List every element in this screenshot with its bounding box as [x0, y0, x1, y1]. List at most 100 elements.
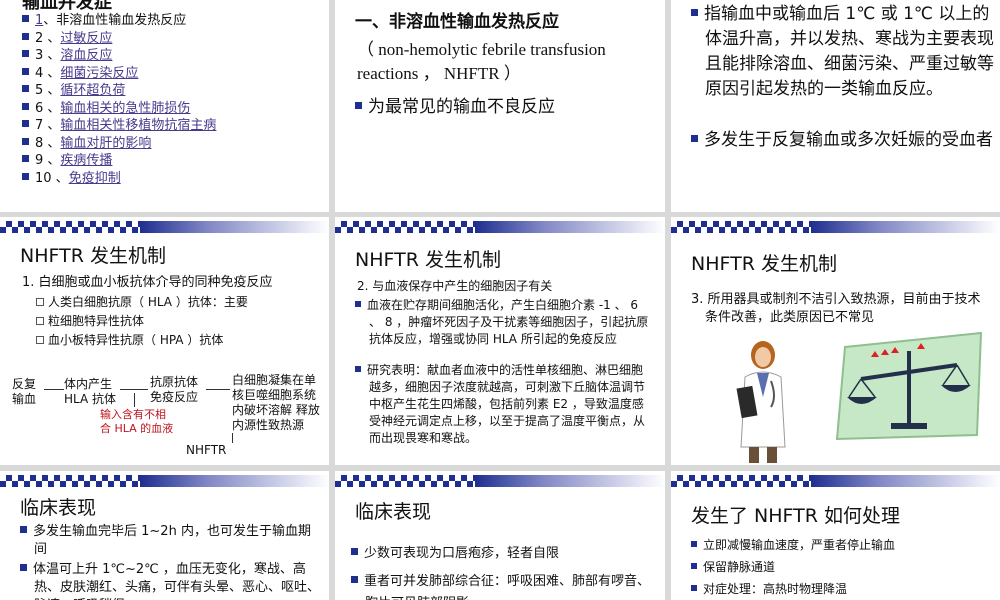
flow-step-transfusion: 反复 输血	[12, 377, 37, 406]
header-bar	[671, 475, 1000, 487]
list-item-separator: 、	[43, 13, 57, 28]
slide-2-bullet: 为最常见的输血不良反应	[355, 95, 555, 120]
list-item: 4 、细菌污染反应	[22, 65, 216, 83]
list-item-separator: 、	[43, 153, 61, 168]
list-item-label: 非溶血性输血发热反应	[56, 13, 187, 28]
doctor-clipart-icon	[736, 341, 786, 463]
slide-9: 发生了 NHFTR 如何处理 立即减慢输血速度，严重者停止输血 保留静脉通道 对…	[671, 471, 1000, 600]
slide-3-bullet-1: 指输血中或输血后 1℃ 或 1℃ 以上的体温升高，并以发热、寒战为主要表现且能排…	[691, 2, 996, 102]
list-item: 10 、免疫抑制	[22, 170, 216, 188]
slide-9-bullet-2: 保留静脉通道	[691, 559, 775, 576]
flow-step-leukocyte-lysis: 白细胞凝集在单 核巨噬细胞系统 内破坏溶解 释放 内源性致热源	[232, 373, 320, 432]
slide-7: 临床表现 多发生输血完毕后 1~2h 内，也可发生于输血期间 体温可上升 1℃~…	[0, 471, 329, 600]
slide-4-point: 1. 白细胞或血小板抗体介导的同种免疫反应	[22, 275, 273, 290]
slide-8-bullet-1: 少数可表现为口唇疱疹，轻者自限	[351, 545, 656, 563]
slide-6-point: 3. 所用器具或制剂不洁引入致热源，目前由于技术条件改善，此类原因已不常见	[691, 292, 981, 325]
list-item: 2 、过敏反应	[22, 30, 216, 48]
header-bar	[0, 221, 329, 233]
slide-7-bullet-2: 体温可上升 1℃~2℃ ，血压无变化，寒战、高热、皮肤潮红、头痛，可伴有头晕、恶…	[20, 561, 320, 600]
slide-2-heading: 一、非溶血性输血发热反应	[355, 12, 559, 32]
bullet-icon	[22, 50, 29, 57]
slide-6-title: NHFTR 发生机制	[691, 253, 837, 275]
list-item-separator: 、	[43, 48, 61, 63]
list-item-link[interactable]: 过敏反应	[60, 31, 112, 46]
slide-2-english: （ non-hemolytic febrile transfusion reac…	[357, 40, 606, 83]
flow-note-incompatible-blood: 输入含有不相 合 HLA 的血液	[100, 408, 174, 435]
list-item-separator: 、	[43, 135, 61, 151]
bullet-icon	[691, 540, 697, 547]
list-item: 8 、输血对肝的影响	[22, 135, 216, 153]
complication-list: 1、非溶血性输血发热反应 2 、过敏反应 3 、溶血反应 4 、细菌污染反应 5 、循环…	[22, 12, 216, 187]
slide-7-title: 临床表现	[20, 497, 97, 519]
slide-4: NHFTR 发生机制 1. 白细胞或血小板抗体介导的同种免疫反应 人类白细胞抗原…	[0, 217, 329, 465]
list-item-separator: 、	[43, 65, 61, 81]
flow-step-nhftr: NHFTR	[186, 443, 227, 457]
bullet-icon	[22, 102, 29, 110]
slide-5: NHFTR 发生机制 2. 与血液保存中产生的细胞因子有关 血液在贮存期间细胞活…	[335, 217, 665, 465]
flow-step-immune-reaction: 抗原抗体 免疫反应	[150, 375, 199, 404]
list-item-separator: 、	[43, 83, 61, 98]
flow-arrow	[44, 389, 64, 390]
bullet-icon	[691, 584, 697, 591]
bullet-icon	[351, 548, 358, 555]
bullet-icon	[20, 564, 27, 571]
bullet-icon	[22, 15, 29, 22]
flow-arrow-diagonal	[232, 433, 233, 443]
slide-3: 指输血中或输血后 1℃ 或 1℃ 以上的体温升高，并以发热、寒战为主要表现且能排…	[671, 0, 1000, 212]
slide-7-bullet-1: 多发生输血完毕后 1~2h 内，也可发生于输血期间	[20, 523, 320, 559]
bullet-icon	[691, 134, 698, 142]
slide-8: 临床表现 少数可表现为口唇疱疹，轻者自限 重者可并发肺部综合征：呼吸困难、肺部有…	[335, 471, 665, 600]
scales-clipart-icon	[835, 331, 983, 441]
hollow-bullet-icon	[36, 335, 44, 344]
bullet-icon	[22, 155, 29, 162]
bullet-icon	[355, 101, 362, 109]
list-item-link[interactable]: 细菌污染反应	[60, 66, 138, 81]
bullet-icon	[22, 120, 29, 127]
slide-5-bullet-2: 研究表明：献血者血液中的活性单核细胞、淋巴细胞越多，细胞因子浓度就越高，可刺激下…	[355, 362, 651, 447]
flow-arrow-vertical	[134, 393, 135, 407]
list-item-link[interactable]: 疾病传播	[60, 153, 112, 168]
list-item-separator: 、	[43, 118, 61, 133]
header-bar	[335, 221, 665, 233]
slide-8-bullet-2: 重者可并发肺部综合征：呼吸困难、肺部有啰音、胸片可见肺部阴影	[351, 571, 656, 600]
list-item-number: 10	[35, 170, 52, 186]
bullet-icon	[355, 300, 361, 307]
slide-2: 一、非溶血性输血发热反应 （ non-hemolytic febrile tra…	[335, 0, 665, 212]
bullet-icon	[22, 85, 29, 92]
bullet-icon	[22, 32, 29, 40]
slide-4-sub-1: 人类白细胞抗原（ HLA ）抗体：主要	[36, 294, 248, 311]
slide-4-sub-3: 血小板特异性抗原（ HPA ）抗体	[36, 332, 223, 349]
list-item-link[interactable]: 循环超负荷	[60, 83, 125, 98]
header-bar	[0, 475, 329, 487]
list-item: 1、非溶血性输血发热反应	[22, 12, 216, 30]
header-bar	[671, 221, 1000, 233]
slide-9-bullet-3: 对症处理：高热时物理降温	[691, 581, 847, 598]
slide-9-bullet-1: 立即减慢输血速度，严重者停止输血	[691, 537, 895, 554]
list-item-link[interactable]: 溶血反应	[60, 48, 112, 63]
list-item-link[interactable]: 输血相关性移植物抗宿主病	[60, 118, 216, 133]
list-item-link[interactable]: 输血对肝的影响	[60, 136, 151, 151]
bullet-icon	[691, 562, 697, 569]
hollow-bullet-icon	[36, 297, 44, 306]
list-item-link[interactable]: 免疫抑制	[69, 171, 121, 186]
flow-arrow	[206, 389, 230, 390]
slide-4-sub-2: 粒细胞特异性抗体	[36, 313, 144, 330]
list-item: 9 、疾病传播	[22, 152, 216, 170]
slide-5-point: 2. 与血液保存中产生的细胞因子有关	[357, 279, 553, 293]
slide-8-title: 临床表现	[355, 501, 432, 523]
list-item: 3 、溶血反应	[22, 47, 216, 65]
list-item-link[interactable]: 输血相关的急性肺损伤	[60, 101, 190, 116]
slide-3-bullet-2: 多发生于反复输血或多次妊娠的受血者	[691, 128, 996, 153]
slide-1: 输血并发症 1、非溶血性输血发热反应 2 、过敏反应 3 、溶血反应 4 、细菌污染反…	[0, 0, 329, 212]
header-bar	[335, 475, 665, 487]
slide-9-title: 发生了 NHFTR 如何处理	[691, 505, 900, 527]
bullet-icon	[22, 67, 29, 75]
list-item-separator: 、	[43, 30, 61, 46]
slide-5-bullet-1: 血液在贮存期间细胞活化，产生白细胞介素 -1 、 6 、 8 ，肿瘤坏死因子及干…	[355, 297, 651, 348]
list-item-separator: 、	[51, 170, 69, 186]
list-item: 5 、循环超负荷	[22, 82, 216, 100]
list-item-separator: 、	[43, 100, 61, 116]
list-item: 7 、输血相关性移植物抗宿主病	[22, 117, 216, 135]
slide-4-title: NHFTR 发生机制	[20, 245, 166, 267]
bullet-icon	[351, 576, 358, 583]
